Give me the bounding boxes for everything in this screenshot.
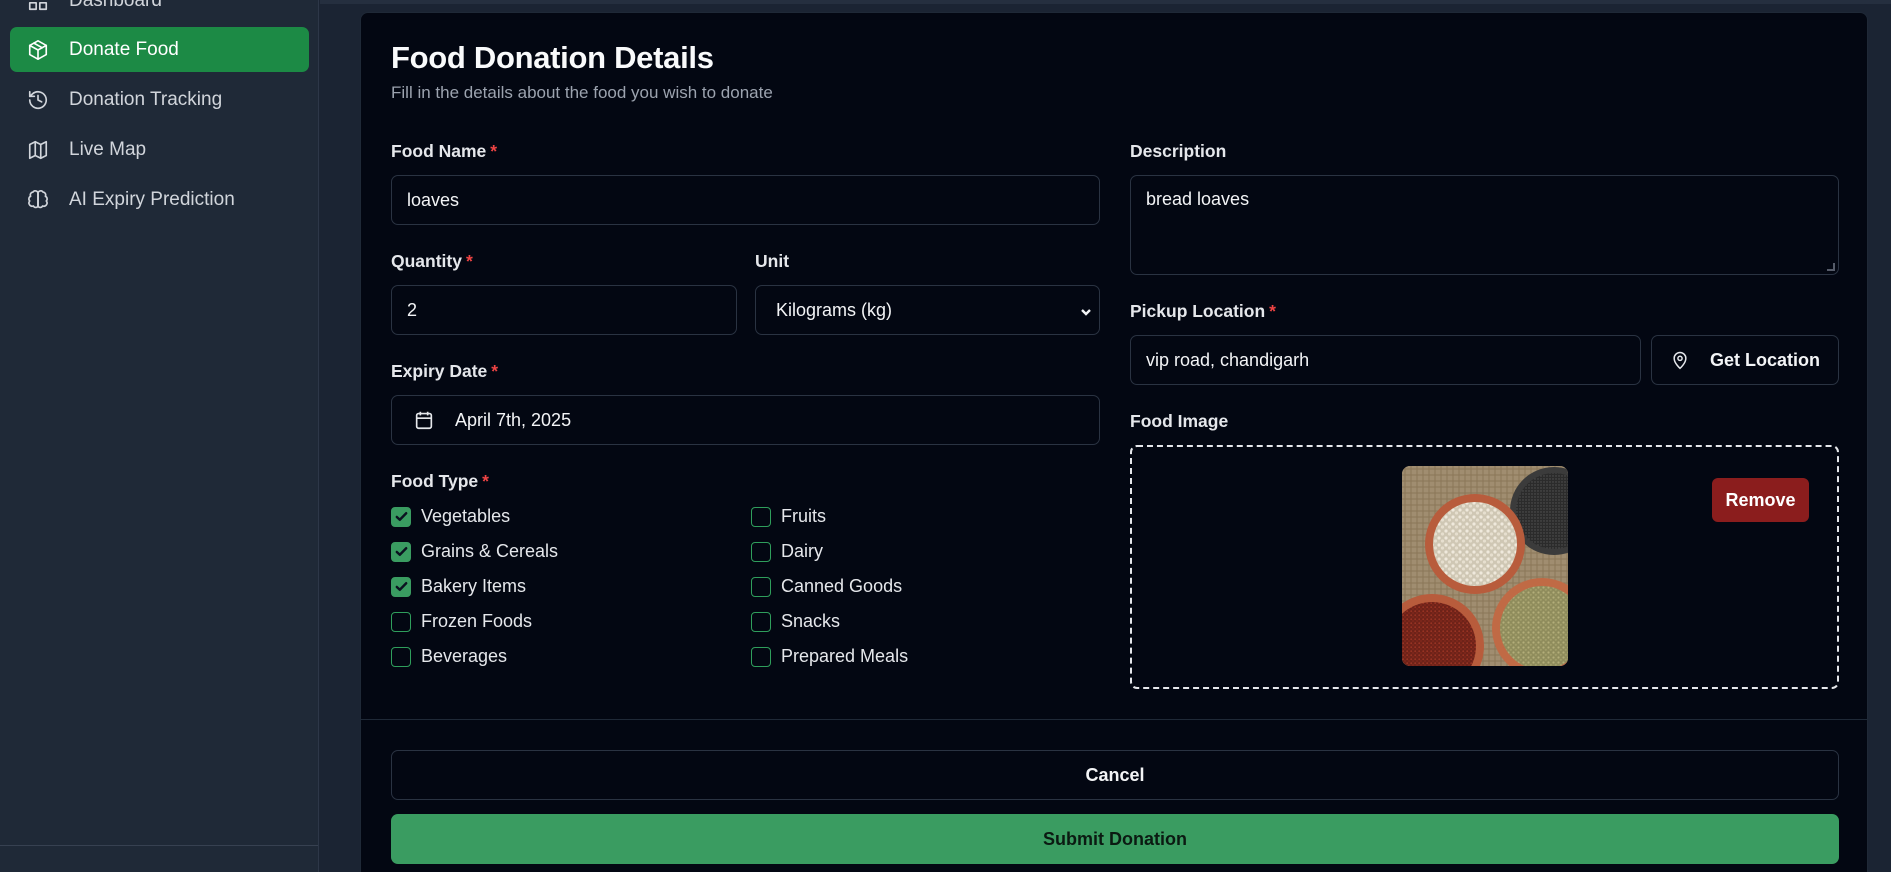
- checkbox-empty-icon[interactable]: [751, 646, 771, 667]
- sidebar-item-dashboard[interactable]: Dashboard: [10, 0, 309, 23]
- checkbox-snacks[interactable]: Snacks: [751, 611, 840, 632]
- unit-label: Unit: [755, 251, 789, 272]
- food-name-value: loaves: [407, 189, 460, 210]
- checkbox-canned-goods[interactable]: Canned Goods: [751, 576, 902, 597]
- food-name-input[interactable]: loaves: [391, 175, 1100, 225]
- sidebar-item-donation-tracking[interactable]: Donation Tracking: [10, 77, 309, 122]
- remove-image-button[interactable]: Remove: [1712, 478, 1809, 522]
- cancel-label: Cancel: [1085, 764, 1145, 785]
- checkbox-dairy[interactable]: Dairy: [751, 541, 823, 562]
- map-icon: [26, 138, 50, 162]
- expiry-date-label: Expiry Date *: [391, 361, 498, 382]
- checkbox-checked-icon[interactable]: [391, 576, 411, 597]
- get-location-label: Get Location: [1709, 349, 1820, 370]
- checkbox-empty-icon[interactable]: [391, 646, 411, 667]
- checkbox-empty-icon[interactable]: [751, 541, 771, 562]
- checkbox-label: Snacks: [781, 611, 841, 631]
- checkbox-label: Canned Goods: [781, 576, 903, 596]
- expiry-label-text: Expiry Date: [391, 361, 488, 381]
- pickup-label-text: Pickup Location: [1130, 301, 1266, 321]
- required-mark: *: [465, 251, 473, 271]
- page-subtitle: Fill in the details about the food you w…: [391, 83, 773, 102]
- unit-value: Kilograms (kg): [776, 299, 893, 320]
- checkbox-empty-icon[interactable]: [751, 611, 771, 632]
- description-textarea[interactable]: bread loaves: [1130, 175, 1839, 275]
- food-image-label-text: Food Image: [1130, 411, 1229, 431]
- submit-label: Submit Donation: [1043, 828, 1187, 849]
- checkbox-vegetables[interactable]: Vegetables: [391, 506, 510, 527]
- donation-form-card: Food Donation Details Fill in the detail…: [360, 12, 1868, 872]
- dashboard-icon: [26, 0, 50, 13]
- checkbox-label: Prepared Meals: [781, 646, 909, 666]
- checkbox-fruits[interactable]: Fruits: [751, 506, 826, 527]
- required-mark: *: [491, 361, 499, 381]
- sidebar-item-label: Dashboard: [69, 0, 162, 11]
- header-strip: [320, 0, 1891, 4]
- sidebar-item-label: AI Expiry Prediction: [69, 188, 235, 210]
- page-title: Food Donation Details: [391, 40, 714, 75]
- form-footer-divider: [361, 719, 1867, 720]
- checkbox-grains-cereals[interactable]: Grains & Cereals: [391, 541, 558, 562]
- unit-select[interactable]: Kilograms (kg): [755, 285, 1100, 335]
- pickup-location-value: vip road, chandigarh: [1146, 349, 1310, 370]
- pickup-location-input[interactable]: vip road, chandigarh: [1130, 335, 1641, 385]
- sidebar-item-label: Live Map: [69, 138, 147, 160]
- expiry-date-picker[interactable]: April 7th, 2025: [391, 395, 1100, 445]
- checkbox-bakery-items[interactable]: Bakery Items: [391, 576, 526, 597]
- resize-handle-icon[interactable]: [1827, 263, 1835, 271]
- quantity-input[interactable]: 2: [391, 285, 737, 335]
- unit-label-text: Unit: [755, 251, 790, 271]
- food-image-label: Food Image: [1130, 411, 1228, 432]
- description-value: bread loaves: [1146, 189, 1250, 209]
- sidebar-item-label: Donation Tracking: [69, 88, 223, 110]
- sidebar-item-ai-expiry-prediction[interactable]: AI Expiry Prediction: [10, 177, 309, 222]
- checkbox-label: Grains & Cereals: [421, 541, 559, 561]
- sidebar-item-donate-food[interactable]: Donate Food: [10, 27, 309, 72]
- checkbox-checked-icon[interactable]: [391, 506, 411, 527]
- chevron-down-icon: [1079, 303, 1093, 317]
- get-location-button[interactable]: Get Location: [1651, 335, 1839, 385]
- map-pin-icon: [1673, 351, 1687, 370]
- required-mark: *: [1269, 301, 1276, 321]
- checkbox-beverages[interactable]: Beverages: [391, 646, 507, 667]
- calendar-icon: [413, 409, 435, 431]
- sidebar-item-label: Donate Food: [69, 38, 179, 60]
- sidebar: Dashboard Donate Food Donation Tracking …: [0, 0, 319, 872]
- checkbox-label: Dairy: [781, 541, 824, 561]
- checkbox-label: Frozen Foods: [421, 611, 533, 631]
- food-image-dropzone[interactable]: Remove: [1130, 445, 1839, 689]
- history-icon: [26, 88, 50, 112]
- pickup-location-label: Pickup Location *: [1130, 301, 1276, 322]
- description-label: Description: [1130, 141, 1226, 162]
- sidebar-footer-divider: [0, 845, 318, 846]
- required-mark: *: [482, 471, 489, 491]
- checkbox-empty-icon[interactable]: [751, 576, 771, 597]
- brain-icon: [26, 188, 50, 212]
- checkbox-label: Fruits: [781, 506, 826, 526]
- expiry-date-value: April 7th, 2025: [455, 409, 572, 430]
- checkbox-label: Vegetables: [421, 506, 511, 526]
- quantity-label: Quantity *: [391, 251, 473, 272]
- required-mark: *: [490, 141, 498, 161]
- checkbox-empty-icon[interactable]: [751, 506, 771, 527]
- checkbox-prepared-meals[interactable]: Prepared Meals: [751, 646, 908, 667]
- quantity-value: 2: [407, 299, 418, 320]
- checkbox-checked-icon[interactable]: [391, 541, 411, 562]
- food-name-label-text: Food Name: [391, 141, 487, 161]
- food-type-label-text: Food Type: [391, 471, 479, 491]
- food-type-label: Food Type *: [391, 471, 489, 492]
- package-icon: [26, 38, 50, 62]
- submit-donation-button[interactable]: Submit Donation: [391, 814, 1839, 864]
- description-label-text: Description: [1130, 141, 1227, 161]
- checkbox-frozen-foods[interactable]: Frozen Foods: [391, 611, 532, 632]
- remove-label: Remove: [1725, 489, 1796, 510]
- checkbox-label: Beverages: [421, 646, 508, 666]
- checkbox-label: Bakery Items: [421, 576, 527, 596]
- food-name-label: Food Name *: [391, 141, 497, 162]
- checkbox-empty-icon[interactable]: [391, 611, 411, 632]
- cancel-button[interactable]: Cancel: [391, 750, 1839, 800]
- food-image-preview: [1402, 466, 1568, 666]
- quantity-label-text: Quantity: [391, 251, 462, 271]
- sidebar-item-live-map[interactable]: Live Map: [10, 127, 309, 172]
